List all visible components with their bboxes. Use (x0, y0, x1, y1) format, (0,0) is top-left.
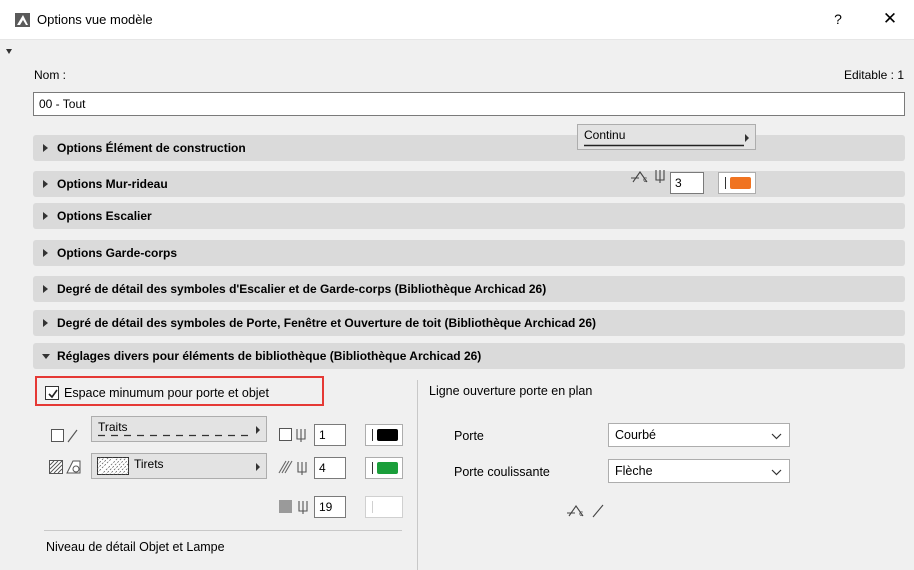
close-button[interactable]: ✕ (876, 8, 904, 32)
line-type-value: Traits (98, 420, 128, 434)
expand-arrow-icon (43, 212, 48, 220)
pen-color-3[interactable] (365, 496, 403, 518)
object-lamp-detail-label: Niveau de détail Objet et Lampe (46, 540, 225, 554)
svg-text:c: c (579, 509, 583, 518)
title-bar: Options vue modèle ? ✕ (0, 0, 914, 40)
popup-arrow-icon (745, 134, 749, 142)
archicad-icon (15, 13, 30, 27)
fill-type-popup[interactable]: Tirets (91, 453, 267, 479)
pen-number-2[interactable]: 4 (314, 457, 346, 479)
pen-number-1[interactable]: 1 (314, 424, 346, 446)
fill-pattern-icon (97, 457, 129, 475)
line-pen-icon: c (630, 168, 670, 187)
expand-arrow-icon (43, 285, 48, 293)
fill-pen-icon (278, 460, 312, 479)
expand-arrow-icon (43, 180, 48, 188)
door-select-value: Courbé (615, 428, 656, 442)
resize-marker-icon (6, 49, 12, 54)
panel-construction-options[interactable]: Options Élément de construction (33, 135, 905, 161)
expand-arrow-icon (43, 319, 48, 327)
panel-label: Degré de détail des symboles d'Escalier … (57, 282, 547, 296)
pen-color-2[interactable] (365, 457, 403, 479)
model-view-options-dialog: Options vue modèle ? ✕ Nom : Editable : … (0, 0, 914, 570)
panel-stair-railing-detail[interactable]: Degré de détail des symboles d'Escalier … (33, 276, 905, 302)
line-square-icon (51, 429, 79, 446)
pen-color-swatch (377, 501, 398, 513)
pen-color-swatch (377, 462, 398, 474)
background-pen-icon (279, 499, 313, 518)
popup-arrow-icon (256, 426, 260, 434)
door-line-pen-number[interactable]: 3 (670, 172, 704, 194)
pen-color-swatch (730, 177, 751, 189)
fill-type-value: Tirets (134, 457, 164, 471)
panel-library-misc-settings[interactable]: Réglages divers pour éléments de bibliot… (33, 343, 905, 369)
sliding-door-select[interactable]: Flèche (608, 459, 790, 483)
dashed-line-icon (98, 434, 254, 437)
line-type-popup[interactable]: Traits (91, 416, 267, 442)
svg-text:c: c (643, 175, 647, 184)
door-label: Porte (454, 429, 484, 443)
pen-bar (372, 429, 373, 441)
panel-railing-options[interactable]: Options Garde-corps (33, 240, 905, 266)
horizontal-divider (44, 530, 402, 531)
pen-bar (372, 501, 373, 513)
sliding-door-label: Porte coulissante (454, 465, 550, 479)
panel-label: Réglages divers pour éléments de bibliot… (57, 349, 482, 363)
collapse-arrow-icon (42, 354, 50, 359)
vertical-divider (417, 380, 418, 570)
name-input[interactable]: 00 - Tout (33, 92, 905, 116)
name-label: Nom : (34, 68, 67, 82)
pen-color-1[interactable] (365, 424, 403, 446)
pen-bar (372, 462, 373, 474)
pen-color-swatch (377, 429, 398, 441)
door-line-type-value: Continu (584, 128, 626, 142)
min-space-checkbox[interactable] (45, 386, 59, 400)
popup-arrow-icon (256, 463, 260, 471)
chevron-down-icon (771, 433, 782, 440)
panel-label: Degré de détail des symboles de Porte, F… (57, 316, 597, 330)
panel-door-window-detail[interactable]: Degré de détail des symboles de Porte, F… (33, 310, 905, 336)
pen-square-icon (279, 427, 311, 446)
panel-stair-options[interactable]: Options Escalier (33, 203, 905, 229)
editable-count: Editable : 1 (843, 68, 904, 82)
fill-hatch-icon (49, 460, 83, 477)
door-line-pen-color[interactable] (718, 172, 756, 194)
pen-bar (725, 177, 726, 189)
panel-label: Options Escalier (57, 209, 152, 223)
chevron-down-icon (771, 469, 782, 476)
line-type-icon: c (565, 502, 607, 521)
door-line-type-popup[interactable]: Continu (577, 124, 756, 150)
library-settings-content: Espace minumum pour porte et objet Trait… (33, 372, 905, 570)
expand-arrow-icon (43, 144, 48, 152)
panel-label: Options Mur-rideau (57, 177, 168, 191)
panel-label: Options Élément de construction (57, 141, 246, 155)
expand-arrow-icon (43, 249, 48, 257)
window-title: Options vue modèle (37, 12, 153, 27)
solid-line-icon (584, 144, 744, 147)
highlight-box: Espace minumum pour porte et objet (35, 376, 324, 406)
door-opening-line-title: Ligne ouverture porte en plan (429, 384, 593, 398)
help-button[interactable]: ? (826, 8, 850, 32)
pen-number-3[interactable]: 19 (314, 496, 346, 518)
sliding-door-select-value: Flèche (615, 464, 653, 478)
door-select[interactable]: Courbé (608, 423, 790, 447)
panel-curtain-wall-options[interactable]: Options Mur-rideau (33, 171, 905, 197)
panel-label: Options Garde-corps (57, 246, 178, 260)
min-space-label: Espace minumum pour porte et objet (64, 386, 269, 400)
